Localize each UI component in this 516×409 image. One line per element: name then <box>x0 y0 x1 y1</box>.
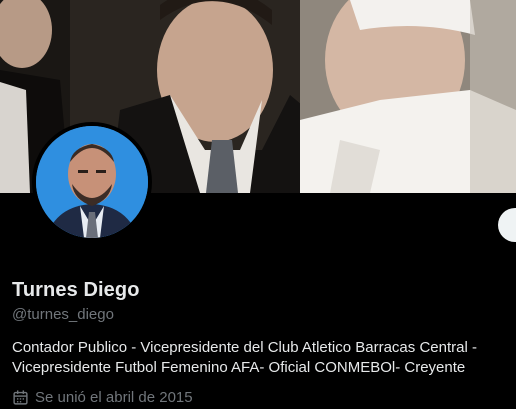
bio-line: Vicepresidente Futbol Femenino AFA- Ofic… <box>12 359 466 376</box>
profile-display-name: Turnes Diego <box>12 279 140 301</box>
avatar[interactable] <box>36 126 148 238</box>
join-date-text: Se unió el abril de 2015 <box>35 389 193 406</box>
profile-handle: @turnes_diego <box>12 306 114 323</box>
join-date: Se unió el abril de 2015 <box>12 389 193 406</box>
follow-button[interactable] <box>498 208 516 242</box>
avatar-photo <box>36 126 148 238</box>
bio-line: Contador Publico - Vicepresidente del Cl… <box>12 339 477 356</box>
profile-bio: Contador Publico - Vicepresidente del Cl… <box>12 338 512 378</box>
calendar-icon <box>12 389 29 406</box>
